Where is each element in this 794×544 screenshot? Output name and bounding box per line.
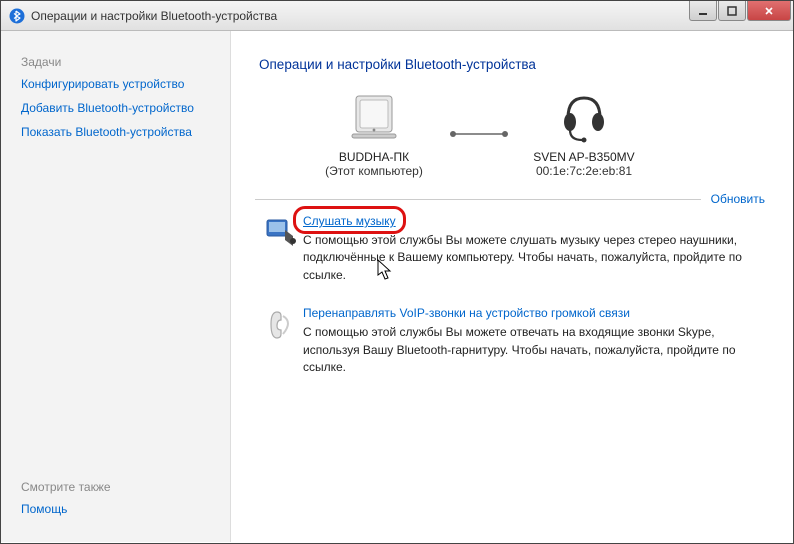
sidebar-heading-tasks: Задачи	[21, 55, 214, 69]
connection-line-icon	[449, 106, 509, 162]
sidebar: Задачи Конфигурировать устройство Добави…	[1, 31, 231, 542]
computer-icon	[346, 90, 402, 144]
sidebar-link-add[interactable]: Добавить Bluetooth-устройство	[21, 101, 214, 115]
device-headset[interactable]: SVEN AP-B350MV 00:1e:7c:2e:eb:81	[509, 90, 659, 178]
device-pc[interactable]: BUDDHA-ПК (Этот компьютер)	[299, 90, 449, 178]
service-voip-link[interactable]: Перенаправлять VoIP-звонки на устройство…	[303, 306, 630, 320]
sidebar-link-configure[interactable]: Конфигурировать устройство	[21, 77, 214, 91]
service-music-link-text: Слушать музыку	[303, 214, 396, 228]
close-button[interactable]	[747, 1, 791, 21]
window: Операции и настройки Bluetooth-устройств…	[0, 0, 794, 544]
separator	[255, 199, 701, 200]
voip-service-icon	[259, 306, 303, 344]
window-controls	[688, 1, 791, 21]
refresh-row: Обновить	[255, 192, 765, 206]
service-music-desc: С помощью этой службы Вы можете слушать …	[303, 232, 765, 284]
headset-icon	[556, 90, 612, 144]
bluetooth-icon	[9, 8, 25, 24]
titlebar: Операции и настройки Bluetooth-устройств…	[1, 1, 793, 31]
window-title: Операции и настройки Bluetooth-устройств…	[31, 9, 277, 23]
sidebar-link-show[interactable]: Показать Bluetooth-устройства	[21, 125, 214, 139]
service-music-link[interactable]: Слушать музыку	[303, 214, 396, 228]
service-voip-desc: С помощью этой службы Вы можете отвечать…	[303, 324, 765, 376]
maximize-button[interactable]	[718, 1, 746, 21]
music-service-icon	[259, 214, 303, 252]
service-music: Слушать музыку С помощью этой службы Вы …	[259, 214, 765, 284]
window-body: Задачи Конфигурировать устройство Добави…	[1, 31, 793, 542]
sidebar-heading-see-also: Смотрите также	[21, 480, 214, 494]
device-headset-mac: 00:1e:7c:2e:eb:81	[536, 164, 632, 178]
service-voip: Перенаправлять VoIP-звонки на устройство…	[259, 306, 765, 376]
device-pc-sub: (Этот компьютер)	[325, 164, 423, 178]
device-pair: BUDDHA-ПК (Этот компьютер) SVEN AP-B350M…	[299, 90, 765, 178]
device-pc-name: BUDDHA-ПК	[339, 150, 409, 164]
device-headset-name: SVEN AP-B350MV	[533, 150, 634, 164]
sidebar-link-help[interactable]: Помощь	[21, 502, 214, 516]
main-panel: Операции и настройки Bluetooth-устройств…	[231, 31, 793, 542]
refresh-link[interactable]: Обновить	[711, 192, 765, 206]
page-title: Операции и настройки Bluetooth-устройств…	[259, 57, 765, 72]
minimize-button[interactable]	[689, 1, 717, 21]
